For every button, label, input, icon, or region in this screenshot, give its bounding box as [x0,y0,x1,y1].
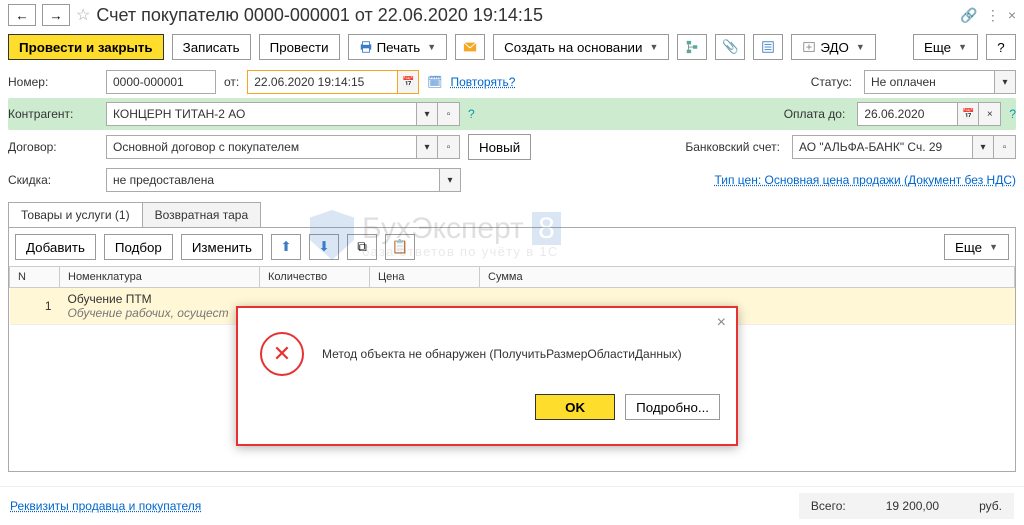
chevron-down-icon[interactable]: ▾ [972,135,994,159]
error-dialog: × ✕ Метод объекта не обнаружен (Получить… [236,306,738,446]
edit-row-button[interactable]: Изменить [181,234,263,260]
total-label: Всего: [811,499,846,513]
print-button[interactable]: Печать▼ [348,34,448,60]
status-select[interactable]: Не оплачен [864,70,994,94]
edo-icon [802,40,816,54]
copy-icon: ⧉ [357,239,367,255]
contract-input[interactable]: Основной договор с покупателем [106,135,416,159]
new-contract-button[interactable]: Новый [468,134,531,160]
chevron-down-icon[interactable]: ▾ [439,168,461,192]
discount-label: Скидка: [8,173,98,187]
envelope-icon [463,40,477,54]
counterparty-label: Контрагент: [8,107,98,121]
printer-icon [359,40,373,54]
dialog-close-button[interactable]: × [717,314,726,332]
error-icon: ✕ [260,332,304,376]
tab-goods[interactable]: Товары и услуги (1) [8,202,143,227]
close-icon[interactable]: × [1008,7,1016,23]
schedule-icon[interactable]: 🗓 [427,75,442,89]
paste-icon: 📋 [392,239,409,255]
post-and-close-button[interactable]: Провести и закрыть [8,34,164,60]
favorite-star-icon[interactable]: ☆ [76,5,90,25]
status-label: Статус: [811,75,852,89]
chevron-down-icon[interactable]: ▾ [416,135,438,159]
page-title: Счет покупателю 0000-000001 от 22.06.202… [96,5,543,26]
notes-button[interactable] [753,34,783,60]
email-button[interactable] [455,34,485,60]
arrow-up-icon: ⬆ [280,239,291,255]
col-sum: Сумма [480,267,1015,288]
clear-icon[interactable]: × [979,102,1001,126]
help-icon[interactable]: ? [468,107,475,121]
counterparty-input[interactable]: КОНЦЕРН ТИТАН-2 АО [106,102,416,126]
help-icon[interactable]: ? [1009,107,1016,121]
col-qty: Количество [260,267,370,288]
move-down-button[interactable]: ⬇ [309,234,339,260]
from-label: от: [224,75,239,89]
number-input[interactable]: 0000-000001 [106,70,216,94]
tab-more-button[interactable]: Еще▼ [944,234,1009,260]
tab-tare[interactable]: Возвратная тара [143,202,262,227]
contract-label: Договор: [8,140,98,154]
chevron-down-icon[interactable]: ▾ [416,102,438,126]
total-box: Всего: 19 200,00 руб. [799,493,1014,519]
col-n: N [10,267,60,288]
nav-forward-button[interactable]: → [42,4,70,26]
open-icon[interactable]: ▫ [994,135,1016,159]
arrow-down-icon: ⬇ [318,239,329,255]
open-icon[interactable]: ▫ [438,135,460,159]
price-type-link[interactable]: Тип цен: Основная цена продажи (Документ… [714,173,1016,187]
currency-label: руб. [979,499,1002,513]
nav-back-button[interactable]: ← [8,4,36,26]
paperclip-icon: 📎 [722,39,739,55]
save-button[interactable]: Записать [172,34,251,60]
move-up-button[interactable]: ⬆ [271,234,301,260]
payment-until-input[interactable]: 26.06.2020 [857,102,957,126]
dialog-message: Метод объекта не обнаружен (ПолучитьРазм… [322,347,682,361]
toolbar-more-button[interactable]: Еще▼ [913,34,978,60]
pick-button[interactable]: Подбор [104,234,173,260]
number-label: Номер: [8,75,98,89]
link-icon[interactable]: 🔗 [960,7,977,24]
bank-account-label: Банковский счет: [685,140,780,154]
notes-icon [761,40,775,54]
tree-icon [685,40,699,54]
calendar-icon[interactable]: 📅 [397,70,419,94]
discount-select[interactable]: не предоставлена [106,168,439,192]
col-nomenclature: Номенклатура [60,267,260,288]
paste-button[interactable]: 📋 [385,234,415,260]
dialog-details-button[interactable]: Подробно... [625,394,720,420]
calendar-icon[interactable]: 📅 [957,102,979,126]
seller-buyer-details-link[interactable]: Реквизиты продавца и покупателя [10,499,201,513]
open-icon[interactable]: ▫ [438,102,460,126]
bank-account-input[interactable]: АО "АЛЬФА-БАНК" Сч. 29 [792,135,972,159]
date-input[interactable]: 22.06.2020 19:14:15 [247,70,397,94]
attach-button[interactable]: 📎 [715,34,745,60]
copy-button[interactable]: ⧉ [347,234,377,260]
more-menu-icon[interactable]: ⋮ [986,7,1000,24]
toolbar-help-button[interactable]: ? [986,34,1016,60]
chevron-down-icon[interactable]: ▾ [994,70,1016,94]
dialog-ok-button[interactable]: OK [535,394,615,420]
total-value: 19 200,00 [886,499,939,513]
post-button[interactable]: Провести [259,34,340,60]
repeat-link[interactable]: Повторять? [450,75,515,89]
add-row-button[interactable]: Добавить [15,234,96,260]
structure-button[interactable] [677,34,707,60]
edo-button[interactable]: ЭДО▼ [791,34,875,60]
create-based-on-button[interactable]: Создать на основании▼ [493,34,669,60]
payment-until-label: Оплата до: [784,107,846,121]
col-price: Цена [370,267,480,288]
